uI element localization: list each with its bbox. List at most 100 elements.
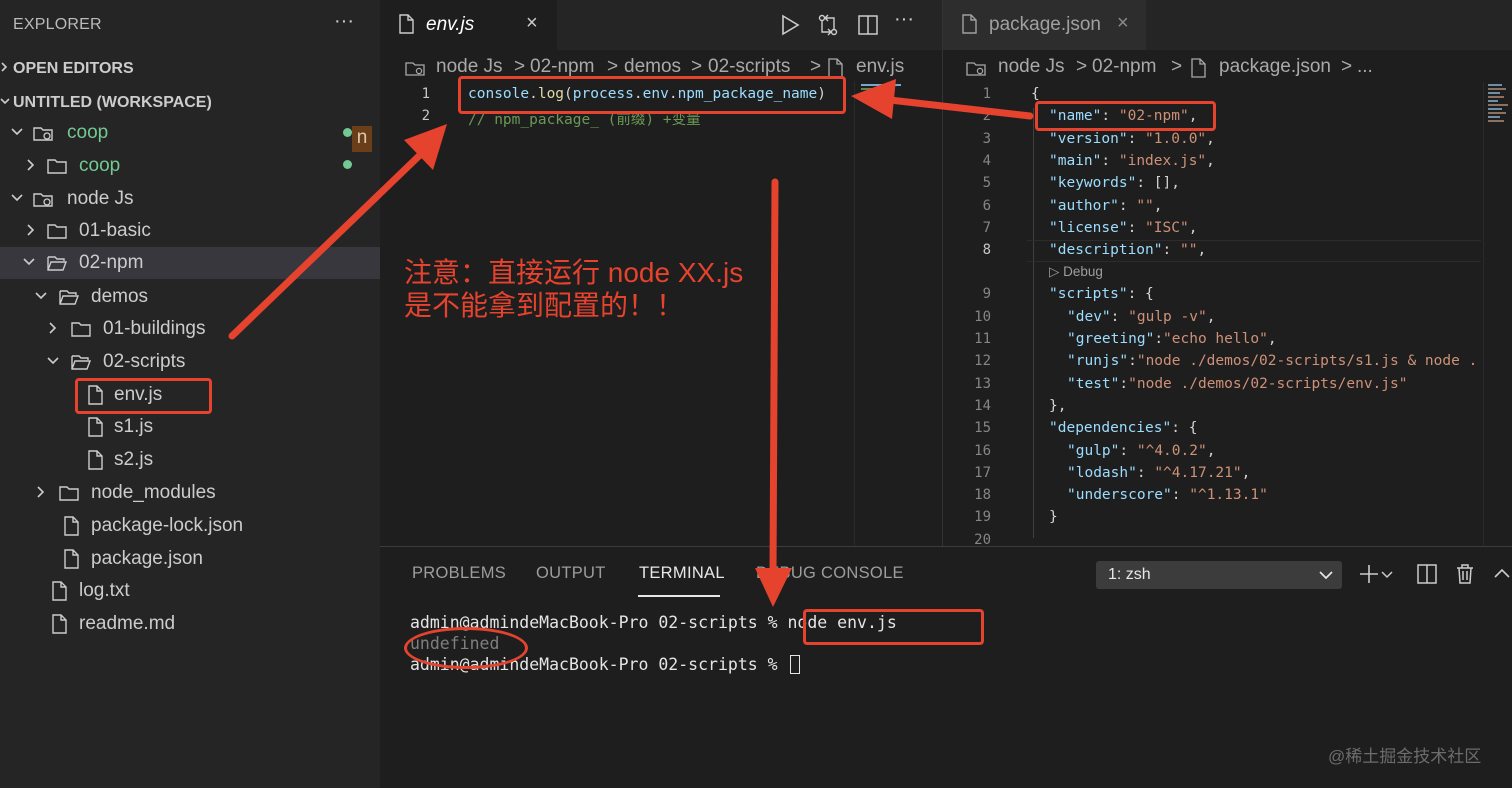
close-icon[interactable]: × [1117,12,1129,35]
tree-item-node-modules[interactable]: node_modules [0,477,380,509]
code-line[interactable]: } [1049,509,1058,525]
code-line[interactable]: "test":"node ./demos/02-scripts/env.js" [1067,376,1407,392]
folder-icon [47,224,67,239]
code-token: "scripts" [1049,286,1128,303]
minimap-line [1488,84,1502,86]
code-line[interactable]: "dev": "gulp -v", [1067,309,1215,325]
code-line[interactable]: "dependencies": { [1049,420,1197,436]
code-line[interactable]: "author": "", [1049,198,1163,214]
codelens-debug[interactable]: ▷ Debug [1049,264,1103,280]
tab-package-json[interactable]: package.json × [943,0,1146,50]
split-editor-icon[interactable] [856,12,880,38]
code-line[interactable]: "scripts": { [1049,286,1154,302]
breadcrumb-item[interactable]: 02-npm [1092,56,1156,78]
compare-changes-icon[interactable] [816,12,840,38]
folder-open-icon [71,355,92,370]
code-line[interactable]: "version": "1.0.0", [1049,131,1215,147]
tree-item-s2-js[interactable]: s2.js [0,444,380,476]
code-token: } [1049,509,1058,526]
line-number: 13 [974,375,991,392]
run-icon[interactable] [778,12,802,38]
code-line[interactable]: { [1031,86,1040,102]
tree-item-label: coop [79,155,121,176]
tab-terminal[interactable]: TERMINAL [639,564,725,583]
tree-item-demos[interactable]: demos [0,281,380,313]
tree-item-02-npm[interactable]: 02-npm [0,247,380,279]
tree-item-02-scripts[interactable]: 02-scripts [0,346,380,378]
annotation-ellipse-undefined [404,627,528,669]
minimap[interactable] [1483,82,1512,546]
tree-item-coop-root[interactable]: coop [0,117,380,149]
tree-item-log-txt[interactable]: log.txt [0,575,380,607]
tab-problems[interactable]: PROBLEMS [412,564,506,583]
tree-item-01-buildings[interactable]: 01-buildings [0,313,380,345]
code-token: : [1101,152,1119,169]
tab-output[interactable]: OUTPUT [536,564,606,583]
code-token: : [1118,197,1137,214]
terminal-select[interactable]: 1: zsh [1096,561,1342,589]
breadcrumb-item[interactable]: env.js [856,56,904,78]
minimap-line [861,88,887,90]
workspace-label: UNTITLED (WORKSPACE) [13,94,212,111]
chevron-down-icon [11,128,23,136]
folder-open-icon [59,290,80,305]
breadcrumb-item[interactable]: ... [1357,56,1373,78]
code-token: { [1188,420,1198,437]
code-token: "underscore" [1067,487,1172,504]
breadcrumb-item[interactable]: node Js [436,56,503,78]
breadcrumb-item[interactable]: node Js [998,56,1065,78]
close-icon[interactable]: × [526,12,538,35]
code-token: "node ./demos/02-scripts/env.js" [1128,375,1408,392]
code-token: "1.0.0" [1145,130,1207,147]
code-line[interactable]: "underscore": "^1.13.1" [1067,487,1268,503]
minimap[interactable] [854,82,936,546]
line-number: 1 [982,86,991,102]
code-line[interactable]: }, [1049,398,1066,414]
tree-item-package-lock-json[interactable]: package-lock.json [0,510,380,542]
tree-item-coop-folder[interactable]: coop [0,150,380,182]
code-line[interactable]: "license": "ISC", [1049,220,1197,236]
split-terminal-icon[interactable] [1416,563,1438,585]
terminal-select-value: 1: zsh [1108,566,1151,583]
line-number: 4 [982,152,991,169]
current-line-highlight [1027,240,1481,262]
tree-item-s1-js[interactable]: s1.js [0,411,380,443]
more-actions-icon[interactable]: ··· [894,8,918,34]
tree-item-01-basic[interactable]: 01-basic [0,215,380,247]
workspace-section[interactable]: UNTITLED (WORKSPACE) [0,89,380,117]
file-icon [64,516,79,536]
code-token: : [1136,175,1154,192]
breadcrumb-item[interactable]: 02-npm [530,56,594,78]
code-line[interactable]: "greeting":"echo hello", [1067,331,1277,347]
code-token: : [1128,353,1137,370]
open-editors-section[interactable]: OPEN EDITORS [0,55,380,83]
code-line[interactable]: "lodash": "^4.17.21", [1067,465,1250,481]
tab-debug-console[interactable]: DEBUG CONSOLE [756,564,904,583]
minimap-line [1488,88,1506,90]
code-line[interactable]: "keywords": [], [1049,175,1180,191]
trash-icon[interactable] [1454,563,1476,585]
code-token: , [1241,464,1251,481]
chevron-up-icon[interactable] [1492,563,1512,585]
breadcrumb-item[interactable]: demos [624,56,681,78]
editor-tabbar: env.js × ··· [380,0,942,50]
tree-item-package-json[interactable]: package.json [0,543,380,575]
open-editors-label: OPEN EDITORS [13,60,134,77]
chevron-down-icon[interactable] [1380,563,1394,585]
editor-tabbar: package.json × [943,0,1512,50]
folder-icon [59,486,79,501]
breadcrumb-item[interactable]: 02-scripts [708,56,790,78]
line-number: 10 [974,308,991,325]
tree-item-nodejs-root[interactable]: node Js [0,183,380,215]
line-number: 6 [982,197,991,214]
tree-item-readme-md[interactable]: readme.md [0,608,380,640]
plus-icon[interactable] [1358,563,1380,585]
tab-env-js[interactable]: env.js × [380,0,557,50]
breadcrumb-item[interactable]: package.json [1219,56,1331,78]
chevron-down-icon [0,98,10,105]
more-actions-icon[interactable]: ··· [334,10,354,33]
code-token: "main" [1049,152,1102,169]
code-line[interactable]: "main": "index.js", [1049,153,1215,169]
code-line[interactable]: "runjs":"node ./demos/02-scripts/s1.js &… [1067,353,1477,369]
code-line[interactable]: "gulp": "^4.0.2", [1067,443,1215,459]
